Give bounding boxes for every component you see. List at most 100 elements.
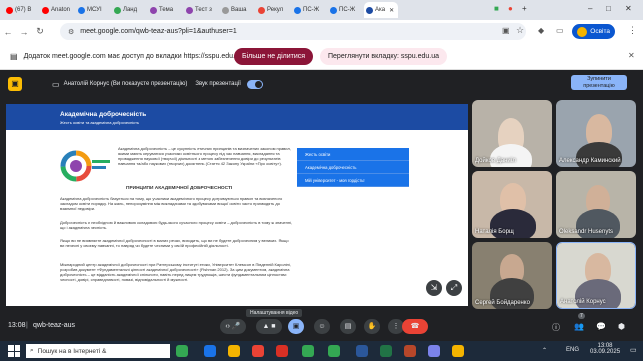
browser-tab[interactable]: ПС-Ж [328, 2, 362, 18]
minimize-icon[interactable]: – [588, 4, 592, 13]
participant-tile[interactable]: Наталія Борщ [472, 171, 552, 238]
chrome-icon[interactable] [176, 345, 188, 357]
browser-tab[interactable]: Ваша [220, 2, 254, 18]
profile-label: Освіта [590, 28, 610, 35]
browser-tab[interactable]: ПС-Ж [292, 2, 326, 18]
stop-presentation-button[interactable]: Зупинити презентацію [571, 75, 627, 90]
profile-button[interactable]: Освіта [572, 24, 615, 39]
browser-tab[interactable]: Anaton [40, 2, 74, 18]
new-tab-icon[interactable]: + [522, 4, 527, 13]
excel-icon[interactable] [380, 345, 392, 357]
site-icon [294, 6, 301, 14]
folder-icon[interactable] [452, 345, 464, 357]
participant-tile[interactable]: Александр Каминский [556, 100, 636, 167]
sound-toggle[interactable] [246, 79, 263, 89]
participant-tile[interactable]: Oleksandr Husenyts [556, 171, 636, 238]
video-options-button[interactable]: ▲ ■ [256, 319, 282, 334]
maximize-icon[interactable]: □ [606, 4, 611, 13]
tray-chevron-icon[interactable]: ⌃ [542, 347, 547, 354]
notification-icon[interactable]: ▭ [630, 346, 637, 354]
window-close-icon[interactable]: ✕ [625, 4, 632, 13]
bookmark-star-icon[interactable]: ☆ [516, 25, 524, 36]
stop-presentation-label: Зупинити презентацію [583, 76, 615, 89]
meet-tab-icon[interactable]: ■ [494, 4, 499, 13]
stop-sharing-label: Більше не ділитися [242, 53, 306, 60]
menu-icon[interactable]: ⋮ [628, 25, 637, 36]
close-icon[interactable]: ✕ [389, 7, 394, 14]
word-icon[interactable] [356, 345, 368, 357]
captions-icon[interactable]: ▤ [340, 319, 356, 334]
chat-icon[interactable]: 💬 [596, 322, 606, 331]
browser-tab[interactable]: МСУІ [76, 2, 110, 18]
taskbar-search[interactable]: ⌕ Пошук на в Інтернеті & [26, 344, 170, 358]
pin-icon[interactable]: ⇲ [426, 280, 442, 296]
participant-tile[interactable]: Сергей Бойдаренко [472, 242, 552, 309]
teams-icon[interactable] [428, 345, 440, 357]
close-icon[interactable]: ✕ [628, 51, 635, 60]
opera-icon[interactable] [276, 345, 288, 357]
language-indicator[interactable]: ENG [566, 347, 579, 353]
menu-item-integrity[interactable]: Академічна доброчесність [297, 161, 409, 174]
leave-call-button[interactable]: ☎ [402, 319, 428, 334]
browser-tab[interactable]: Тема [148, 2, 182, 18]
people-icon[interactable]: 👥 [574, 322, 584, 331]
presentation-icon: ▣ [8, 77, 22, 91]
browser-tab-active[interactable]: Ака ✕ [364, 2, 398, 18]
stop-sharing-button[interactable]: Більше не ділитися [234, 48, 314, 65]
tab-label: ПС-Ж [303, 7, 320, 13]
principles-heading: ПРИНЦИПИ АКАДЕМІЧНОЇ ДОБРОЧЕСНОСТІ [126, 186, 233, 191]
tab-strip: (67) В Anaton МСУІ Ланд Тема Тест з Ваша… [0, 0, 643, 20]
explorer-icon[interactable] [228, 345, 240, 357]
tab-label: (67) В [15, 7, 32, 13]
participant-tile-self[interactable]: Анатолій Корнус [556, 242, 636, 309]
info-icon[interactable]: ⓘ [552, 322, 560, 333]
meeting-code: qwb-teaz-aus [33, 322, 76, 329]
chrome-icon[interactable] [328, 345, 340, 357]
paragraph-2: Доброчесність є необхідною й важливою ск… [60, 220, 293, 230]
site-icon [366, 6, 373, 14]
audio-options-button[interactable]: ‹› 🎤 [220, 319, 246, 334]
slide-menu: Жесть освіти Академічна доброчесність Мі… [297, 148, 409, 187]
clock[interactable]: 13:08 03.09.2025 [590, 343, 620, 355]
participant-name: Анатолій Корнус [560, 299, 606, 305]
site-icon [222, 6, 229, 14]
raise-hand-icon[interactable]: ✋ [364, 319, 380, 334]
app-icon[interactable] [252, 345, 264, 357]
browser-tab[interactable]: (67) В [4, 2, 38, 18]
participant-name: Сергей Бойдаренко [475, 300, 530, 306]
url-input[interactable]: ⚙ meet.google.com/qwb-teaz-aus?pli=1&aut… [60, 23, 526, 40]
site-icon [186, 6, 193, 14]
forward-icon[interactable]: → [16, 27, 32, 37]
powerpoint-icon[interactable] [404, 345, 416, 357]
site-info-icon[interactable]: ⚙ [68, 28, 74, 36]
menu-item-university[interactable]: Мій університет - моя гордість! [297, 174, 409, 187]
menu-item-zhest[interactable]: Жесть освіти [297, 148, 409, 161]
sidepanel-icon[interactable]: ▭ [556, 26, 564, 35]
start-icon[interactable] [8, 345, 20, 357]
presenter-text: Анатолій Корнус (Ви показуєте презентаці… [63, 81, 188, 87]
intro-paragraph: Академічна доброчесність – це сукупність… [118, 146, 291, 166]
activities-icon[interactable]: ⬢ [618, 322, 625, 331]
tab-label: МСУІ [87, 7, 102, 13]
recording-icon[interactable]: ● [508, 4, 513, 13]
browser-tab[interactable]: Тест з [184, 2, 218, 18]
back-icon[interactable]: ← [0, 27, 16, 37]
url-text: meet.google.com/qwb-teaz-aus?pli=1&authu… [80, 28, 237, 35]
chrome-icon[interactable] [302, 345, 314, 357]
site-icon [150, 6, 157, 14]
browser-tab[interactable]: Рекул [256, 2, 290, 18]
reload-icon[interactable]: ↻ [32, 26, 48, 37]
participant-name: Александр Каминский [559, 158, 621, 164]
tab-label: Ланд [123, 7, 138, 13]
fullscreen-icon[interactable]: ⤢ [446, 280, 462, 296]
emoji-icon[interactable]: ☺ [314, 319, 330, 334]
youtube-icon [42, 6, 49, 14]
edge-icon[interactable] [204, 345, 216, 357]
camera-icon[interactable]: ▣ [502, 26, 510, 35]
view-tab-button[interactable]: Переглянути вкладку: sspu.edu.ua [320, 48, 448, 65]
extensions-icon[interactable]: ◆ [538, 26, 544, 35]
share-tab-icon: ▤ [10, 51, 18, 61]
browser-tab[interactable]: Ланд [112, 2, 146, 18]
participant-tile[interactable]: Дойков Даниїл [472, 100, 552, 167]
present-button[interactable]: ▣ [288, 319, 304, 334]
